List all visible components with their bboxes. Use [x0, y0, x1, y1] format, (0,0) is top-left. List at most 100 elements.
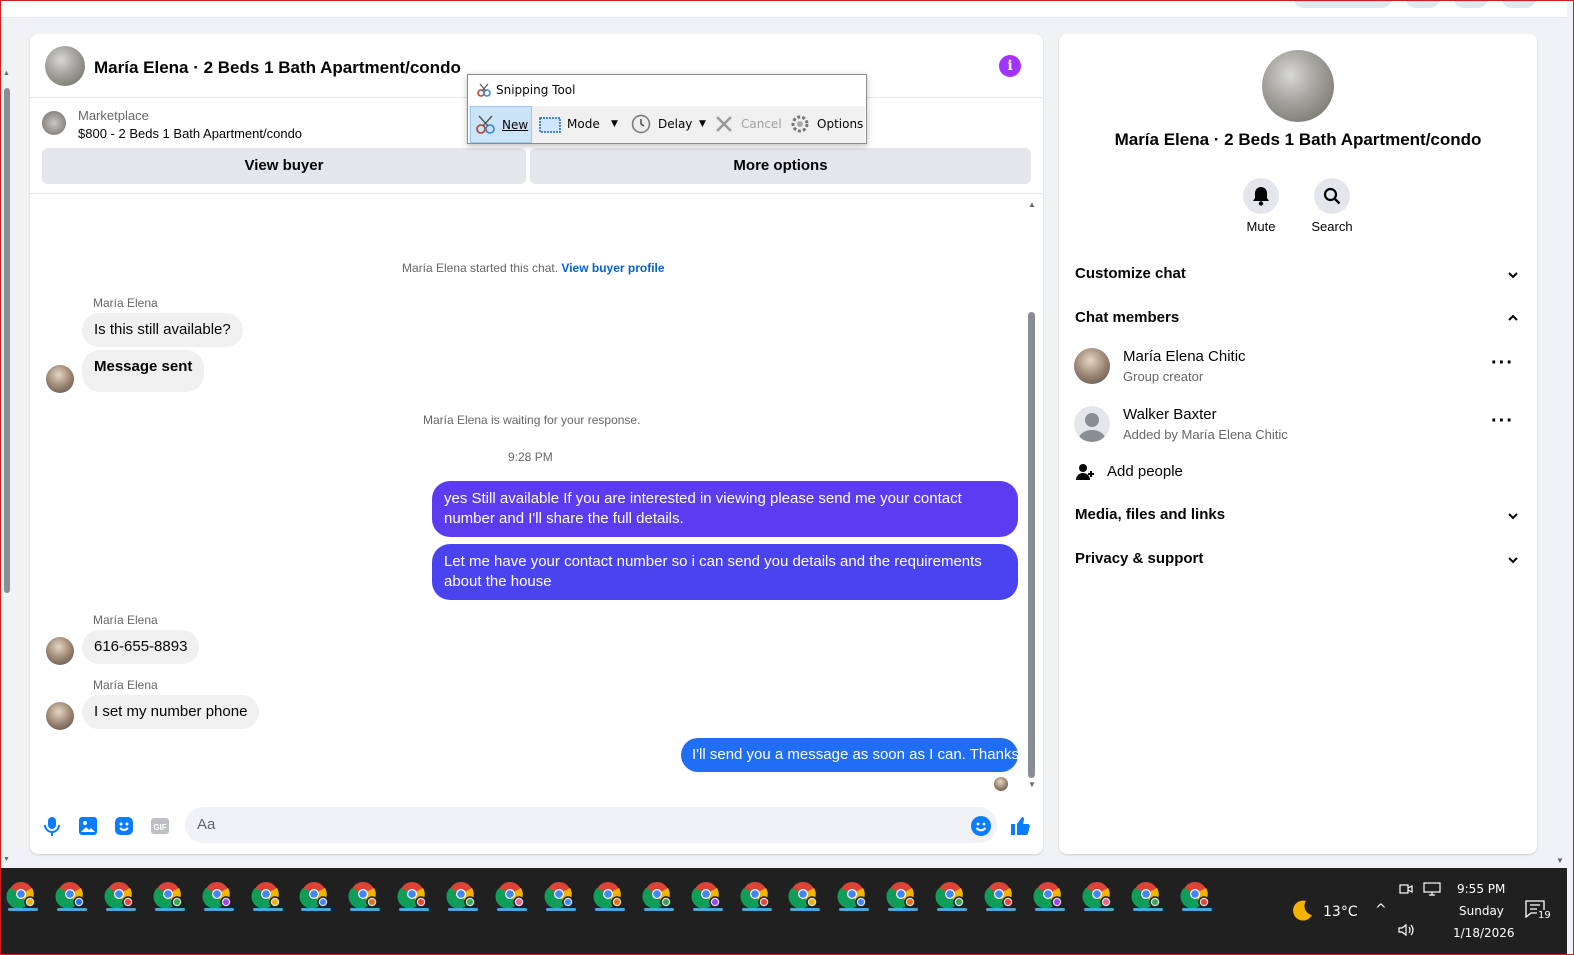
chrome-taskbar-icon[interactable]: [1179, 878, 1215, 914]
profile-avatar-button[interactable]: [1501, 0, 1537, 8]
chrome-taskbar-icon[interactable]: [1081, 878, 1117, 914]
chrome-taskbar-icon[interactable]: [152, 878, 188, 914]
left-scrollbar[interactable]: ▲ ▼: [1, 70, 12, 865]
chrome-taskbar-icon[interactable]: [445, 878, 481, 914]
chat-members-row[interactable]: Chat members: [1075, 309, 1179, 326]
incoming-message[interactable]: 616-655-8893: [82, 630, 200, 664]
moon-weather-icon[interactable]: [1289, 898, 1315, 924]
chevron-down-icon[interactable]: [1507, 510, 1519, 522]
chrome-taskbar-icon[interactable]: [1032, 878, 1068, 914]
chevron-down-icon[interactable]: [1507, 554, 1519, 566]
more-dots-icon[interactable]: ···: [1491, 410, 1514, 433]
scroll-up-icon[interactable]: ▲: [3, 70, 10, 77]
chrome-taskbar-icon[interactable]: [250, 878, 286, 914]
chrome-taskbar-icon[interactable]: [396, 878, 432, 914]
thumbs-up-icon[interactable]: [1009, 814, 1033, 838]
more-dots-icon[interactable]: ···: [1491, 352, 1514, 375]
outgoing-message[interactable]: I'll send you a message as soon as I can…: [681, 738, 1019, 772]
add-person-icon[interactable]: [1075, 462, 1095, 482]
chrome-taskbar-icon[interactable]: [592, 878, 628, 914]
chrome-taskbar-icon[interactable]: [934, 878, 970, 914]
chrome-taskbar-icon[interactable]: [103, 878, 139, 914]
chrome-taskbar-icon[interactable]: [298, 878, 334, 914]
chrome-taskbar-icon[interactable]: [641, 878, 677, 914]
view-buyer-profile-link[interactable]: View buyer profile: [561, 261, 664, 275]
add-people-button[interactable]: Add people: [1107, 463, 1183, 480]
top-pill-button[interactable]: [1293, 0, 1393, 8]
clock-day[interactable]: Sunday: [1459, 904, 1504, 918]
chrome-taskbar-icon[interactable]: [1130, 878, 1166, 914]
cancel-button[interactable]: Cancel: [715, 106, 782, 143]
dropdown-arrow-icon[interactable]: ▼: [699, 106, 706, 143]
chrome-taskbar-icon[interactable]: [201, 878, 237, 914]
volume-icon[interactable]: [1397, 922, 1415, 938]
scroll-down-icon[interactable]: ▼: [1556, 856, 1564, 865]
delay-button[interactable]: Delay ▼: [631, 106, 711, 143]
sender-avatar[interactable]: [46, 365, 74, 393]
chrome-taskbar-icon[interactable]: [543, 878, 579, 914]
member-name[interactable]: María Elena Chitic: [1123, 348, 1246, 365]
emoji-icon[interactable]: [969, 814, 993, 838]
chat-title[interactable]: María Elena · 2 Beds 1 Bath Apartment/co…: [94, 58, 461, 78]
chrome-taskbar-icon[interactable]: [347, 878, 383, 914]
snipping-tool-window[interactable]: Snipping Tool New Mode ▼ Delay ▼ Cancel …: [467, 74, 867, 144]
scroll-down-icon[interactable]: ▼: [1028, 780, 1036, 789]
customize-chat-row[interactable]: Customize chat: [1075, 265, 1186, 282]
incoming-message[interactable]: I set my number phone: [82, 695, 260, 729]
scroll-thumb[interactable]: [1028, 312, 1035, 778]
chevron-up-icon[interactable]: ^: [1375, 902, 1387, 918]
privacy-support-row[interactable]: Privacy & support: [1075, 550, 1203, 567]
media-files-links-row[interactable]: Media, files and links: [1075, 506, 1225, 523]
incoming-message[interactable]: Message sent: [82, 350, 205, 392]
message-input[interactable]: Aa: [185, 807, 997, 843]
microphone-icon[interactable]: [40, 814, 64, 838]
network-icon[interactable]: [1423, 882, 1441, 896]
chrome-taskbar-icon[interactable]: [836, 878, 872, 914]
chrome-taskbar-icon[interactable]: [983, 878, 1019, 914]
scroll-thumb[interactable]: [4, 88, 10, 593]
weather-temperature[interactable]: 13°C: [1323, 904, 1358, 920]
top-round-button[interactable]: [1453, 0, 1489, 8]
chrome-taskbar-icon[interactable]: [494, 878, 530, 914]
member-avatar[interactable]: [1074, 406, 1110, 442]
group-avatar[interactable]: [1262, 50, 1334, 122]
search-button[interactable]: [1314, 178, 1350, 214]
member-name[interactable]: Walker Baxter: [1123, 406, 1217, 423]
listing-thumbnail[interactable]: [42, 111, 66, 135]
meet-now-icon[interactable]: [1399, 882, 1413, 896]
scroll-down-icon[interactable]: ▼: [3, 856, 10, 863]
more-options-button[interactable]: More options: [530, 148, 1031, 184]
rectangle-mode-icon: [539, 117, 561, 133]
clock-time[interactable]: 9:55 PM: [1457, 882, 1505, 896]
outgoing-message[interactable]: Let me have your contact number so i can…: [432, 544, 1018, 600]
chevron-up-icon[interactable]: [1507, 312, 1519, 324]
member-avatar[interactable]: [1074, 348, 1110, 384]
dropdown-arrow-icon[interactable]: ▼: [611, 106, 618, 143]
scroll-up-icon[interactable]: ▲: [1028, 200, 1036, 209]
sender-avatar[interactable]: [46, 637, 74, 665]
photo-icon[interactable]: [76, 814, 100, 838]
mode-button[interactable]: Mode ▼: [539, 106, 623, 143]
listing-title[interactable]: $800 - 2 Beds 1 Bath Apartment/condo: [78, 126, 302, 141]
mute-button[interactable]: [1243, 178, 1279, 214]
sticker-icon[interactable]: [112, 814, 136, 838]
new-snip-button[interactable]: New: [470, 106, 532, 143]
gif-icon[interactable]: GIF: [148, 814, 172, 838]
chat-scrollbar[interactable]: ▲ ▼: [1026, 200, 1037, 796]
chrome-taskbar-icon[interactable]: [5, 878, 41, 914]
sender-avatar[interactable]: [46, 702, 74, 730]
chat-avatar[interactable]: [45, 46, 85, 86]
chrome-taskbar-icon[interactable]: [690, 878, 726, 914]
chrome-taskbar-icon[interactable]: [54, 878, 90, 914]
outgoing-message[interactable]: yes Still available If you are intereste…: [432, 481, 1018, 537]
chrome-taskbar-icon[interactable]: [739, 878, 775, 914]
view-buyer-button[interactable]: View buyer: [42, 148, 526, 184]
chrome-taskbar-icon[interactable]: [885, 878, 921, 914]
incoming-message[interactable]: Is this still available?: [82, 313, 243, 347]
clock-date[interactable]: 1/18/2026: [1453, 926, 1515, 940]
info-icon[interactable]: i: [999, 55, 1021, 77]
options-button[interactable]: Options: [789, 106, 863, 143]
chrome-taskbar-icon[interactable]: [787, 878, 823, 914]
chevron-down-icon[interactable]: [1507, 269, 1519, 281]
top-round-button[interactable]: [1405, 0, 1441, 8]
